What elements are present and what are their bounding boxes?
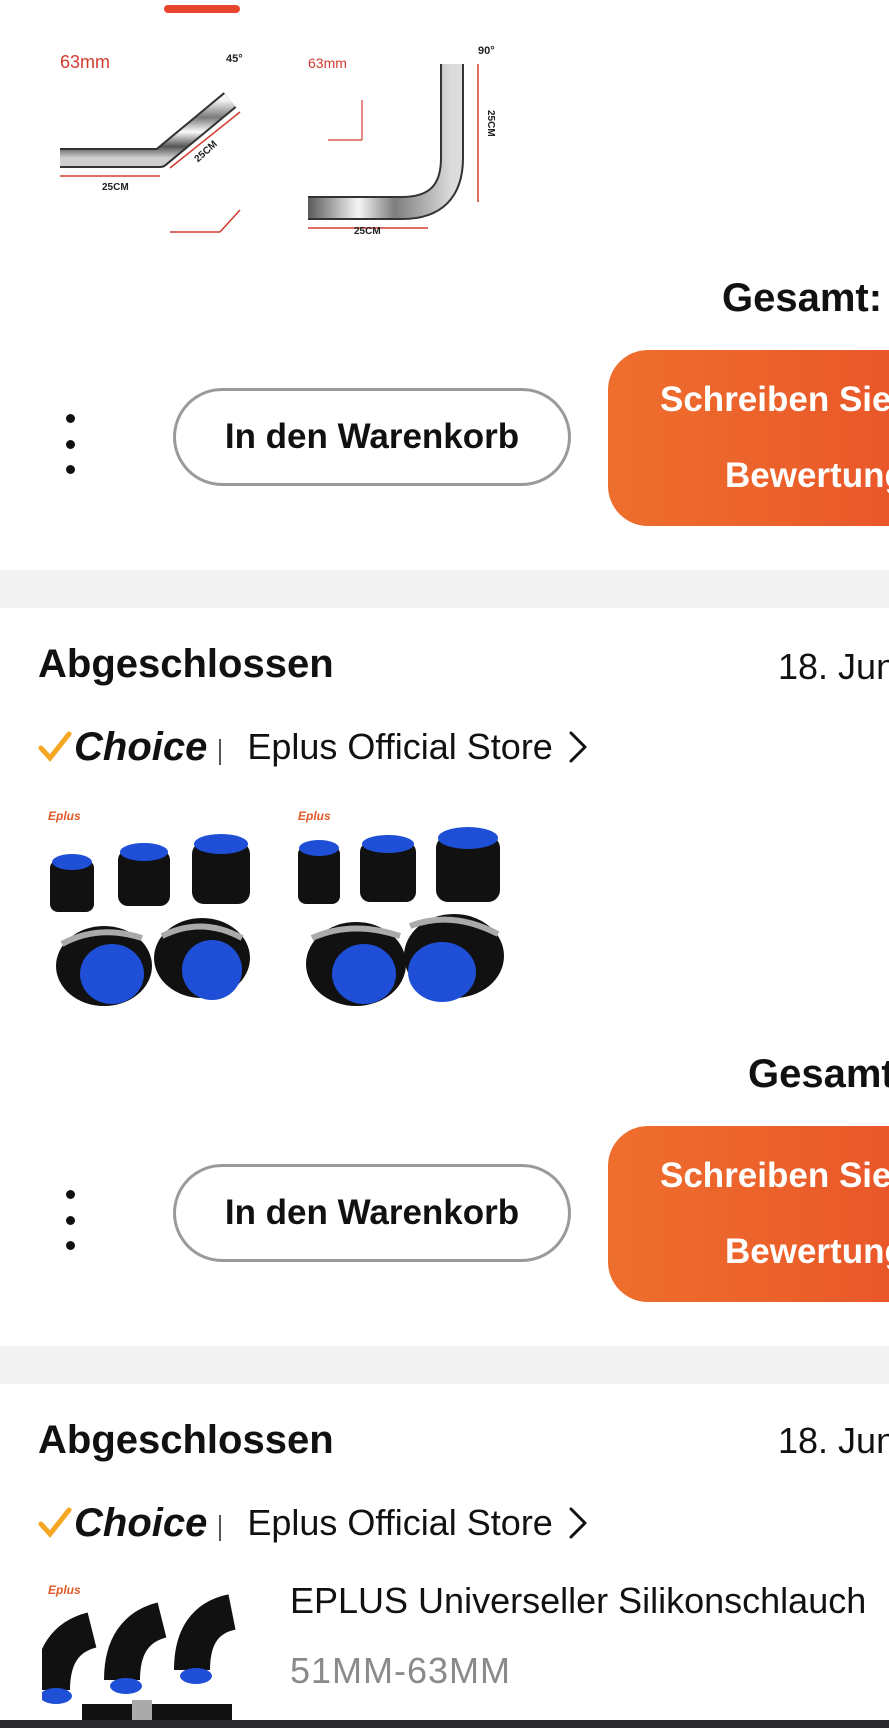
pipe-dim-b: 25CM xyxy=(193,139,220,165)
store-row[interactable]: Choice Eplus Official Store xyxy=(38,722,589,772)
choice-badge: Choice xyxy=(38,725,207,770)
chevron-right-icon xyxy=(569,1507,587,1539)
tab-indicator xyxy=(164,5,240,13)
order-date: 18. Jun xyxy=(778,1420,889,1461)
pipe-90-illustration: 63mm 90° 25CM 25CM xyxy=(308,45,496,237)
order-date: 18. Jun xyxy=(778,646,889,687)
orders-page: 63mm 45° 25CM 25CM 63mm 90° 25CM 25CM Ge… xyxy=(0,0,889,1728)
brand-mark: Eplus xyxy=(48,1583,81,1597)
more-vertical-icon xyxy=(65,414,75,423)
choice-label: Choice xyxy=(74,1500,208,1545)
store-row[interactable]: Choice Eplus Official Store xyxy=(38,1498,589,1548)
review-button-line1: Schreiben Sie xyxy=(660,1156,889,1195)
pipe-size-label: 63mm xyxy=(60,52,110,72)
hose-elbow-illustration: Eplus xyxy=(42,1583,237,1720)
review-button-line2: Bewertung xyxy=(725,456,889,495)
review-button-line1: Schreiben Sie xyxy=(660,380,889,419)
pipe-dim-b: 25CM xyxy=(485,110,496,137)
separator xyxy=(219,1515,222,1541)
product-image-elbow-set[interactable]: Eplus xyxy=(42,1580,264,1720)
brand-mark: Eplus xyxy=(48,809,81,823)
separator xyxy=(219,739,222,765)
order-total-label: Gesamt: xyxy=(722,276,883,320)
store-name[interactable]: Eplus Official Store xyxy=(247,726,552,768)
review-button-line2: Bewertung xyxy=(725,1232,889,1271)
choice-check-icon xyxy=(38,731,72,762)
add-to-cart-button[interactable]: In den Warenkorb xyxy=(173,388,571,486)
choice-label: Choice xyxy=(74,724,208,769)
add-to-cart-button[interactable]: In den Warenkorb xyxy=(173,1164,571,1262)
pipe-size-label: 63mm xyxy=(308,55,347,71)
store-name[interactable]: Eplus Official Store xyxy=(247,1502,552,1544)
more-vertical-icon xyxy=(65,1190,75,1199)
hose-reducer-illustration: Eplus xyxy=(48,809,250,1006)
chevron-right-icon xyxy=(569,731,587,763)
pipe-45-illustration: 63mm 45° 25CM 25CM xyxy=(60,52,243,233)
brand-mark: Eplus xyxy=(298,809,331,823)
pipe-angle-label: 90° xyxy=(478,45,495,57)
more-options-button[interactable] xyxy=(60,1190,80,1250)
order-status: Abgeschlossen xyxy=(38,1418,334,1462)
product-image-pipe-90[interactable]: 63mm 90° 25CM 25CM xyxy=(292,40,512,240)
more-options-button[interactable] xyxy=(60,414,80,474)
write-review-button[interactable]: Schreiben Sie Bewertung xyxy=(608,350,889,526)
pipe-dim-a: 25CM xyxy=(354,226,381,237)
write-review-button[interactable]: Schreiben Sie Bewertung xyxy=(608,1126,889,1302)
product-image-pipe-45[interactable]: 63mm 45° 25CM 25CM xyxy=(40,40,260,240)
product-image-coupler-set[interactable]: Eplus xyxy=(292,806,514,1028)
order-divider xyxy=(0,1346,889,1384)
pipe-dim-a: 25CM xyxy=(102,182,129,193)
product-variant: 51MM-63MM xyxy=(290,1650,512,1691)
product-image-reducer-set[interactable]: Eplus xyxy=(42,806,264,1028)
bottom-bar xyxy=(0,1720,889,1728)
product-title[interactable]: EPLUS Universeller Silikonschlauch xyxy=(290,1580,866,1622)
hose-coupler-illustration: Eplus xyxy=(298,809,504,1006)
choice-badge: Choice xyxy=(38,1501,207,1546)
pipe-angle-label: 45° xyxy=(226,53,243,65)
order-divider xyxy=(0,570,889,608)
order-status: Abgeschlossen xyxy=(38,642,334,686)
order-total-label: Gesamt xyxy=(748,1052,889,1096)
choice-check-icon xyxy=(38,1507,72,1538)
